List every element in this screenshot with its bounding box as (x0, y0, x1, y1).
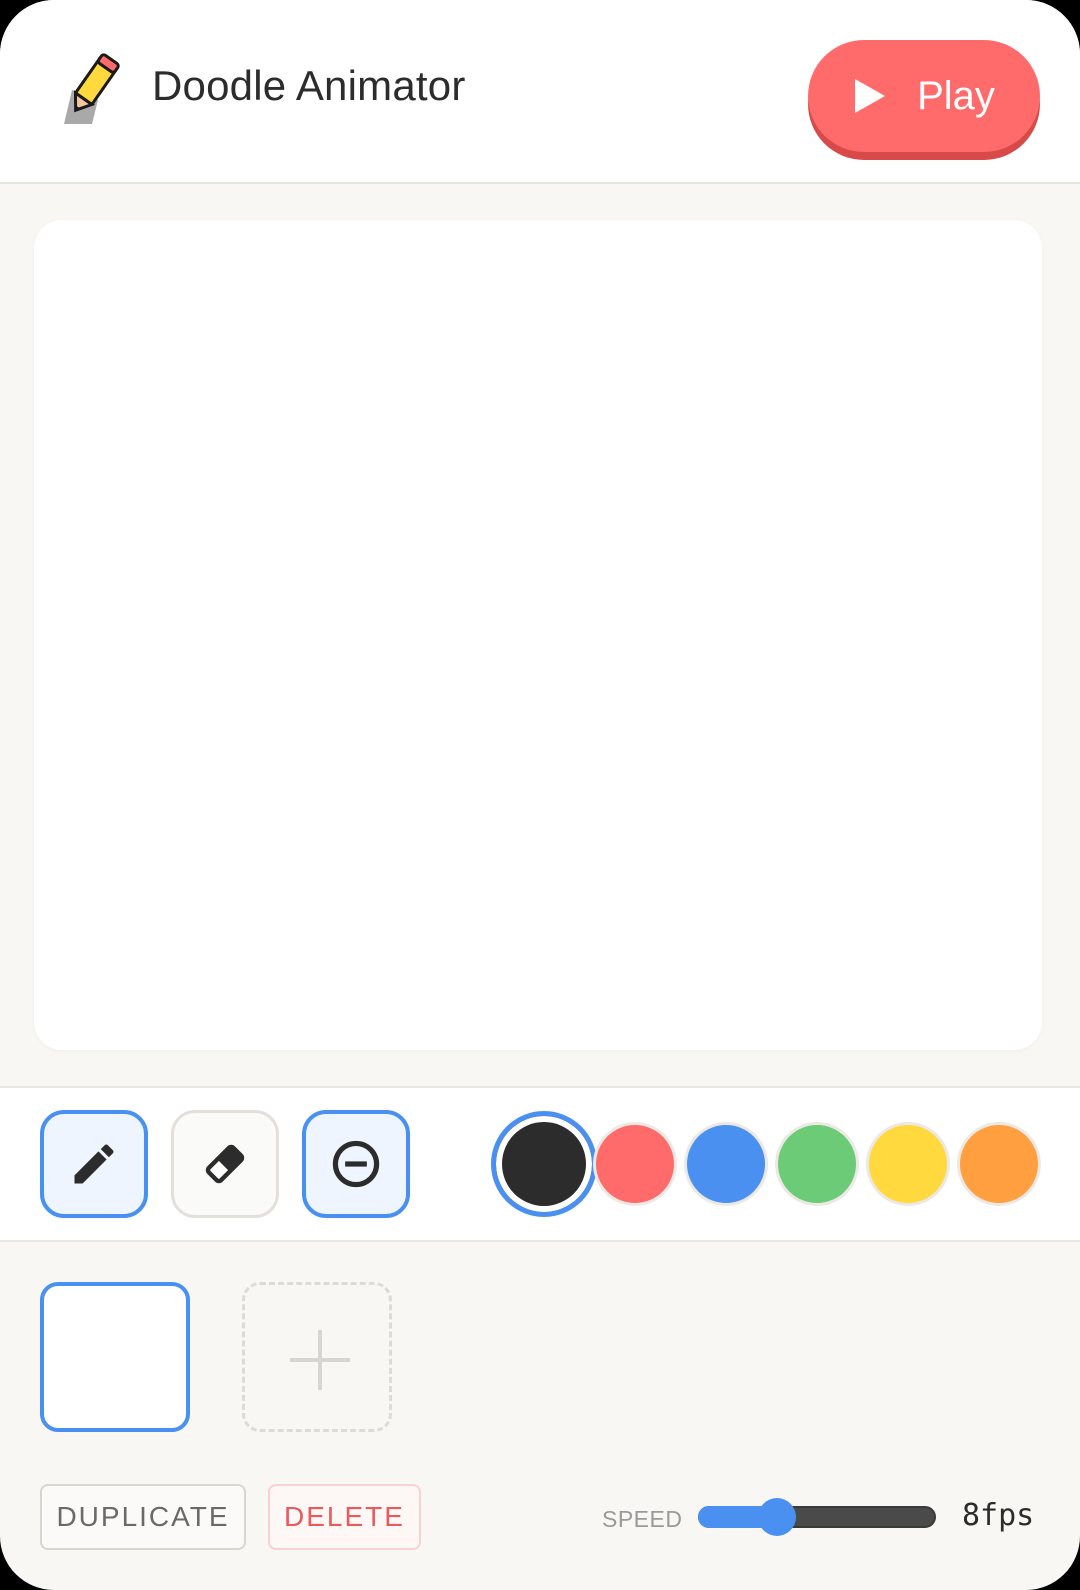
add-frame-button[interactable] (242, 1282, 392, 1432)
speed-slider[interactable] (698, 1498, 936, 1536)
header: Doodle Animator Play (0, 0, 1080, 184)
speed-value: 8fps (962, 1498, 1035, 1533)
app-title: Doodle Animator (152, 62, 466, 109)
pencil-icon (74, 1144, 114, 1184)
plus-icon (290, 1330, 350, 1390)
eraser-icon (205, 1144, 245, 1184)
minus-circle-icon (332, 1140, 380, 1188)
speed-label: SPEED (602, 1506, 683, 1532)
frame-thumbnail[interactable] (40, 1282, 190, 1432)
toolbar (0, 1086, 1080, 1242)
slider-thumb[interactable] (758, 1498, 796, 1536)
color-swatch-red[interactable] (593, 1122, 677, 1206)
play-icon (855, 79, 886, 113)
color-swatch-black[interactable] (491, 1111, 597, 1217)
color-swatch-green[interactable] (775, 1122, 859, 1206)
delete-button[interactable]: DELETE (268, 1484, 421, 1550)
duplicate-button[interactable]: DUPLICATE (40, 1484, 246, 1550)
play-button[interactable]: Play (808, 40, 1040, 152)
color-swatch-yellow[interactable] (866, 1122, 950, 1206)
pen-tool-button[interactable] (40, 1110, 148, 1218)
color-swatch-orange[interactable] (957, 1122, 1041, 1206)
drawing-canvas[interactable] (34, 220, 1042, 1050)
eraser-tool-button[interactable] (171, 1110, 279, 1218)
color-swatch-blue[interactable] (684, 1122, 768, 1206)
clear-tool-button[interactable] (302, 1110, 410, 1218)
pencil-icon (64, 53, 120, 124)
app-window: Doodle Animator Play DUPLICATE DELETE SP… (0, 0, 1080, 1590)
play-label: Play (917, 73, 995, 118)
